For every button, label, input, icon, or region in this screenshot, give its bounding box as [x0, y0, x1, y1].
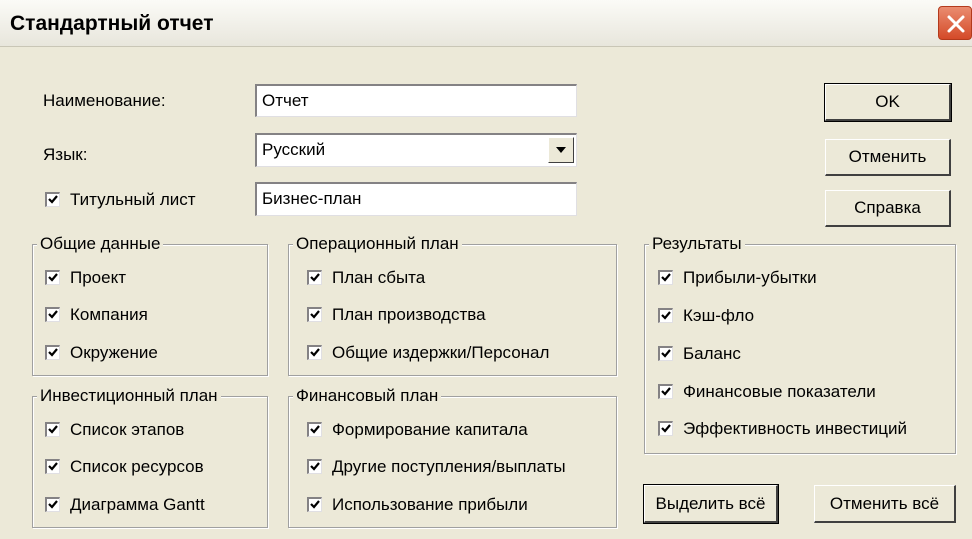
checkmark-icon: [310, 500, 320, 509]
group-investment: Инвестиционный план Список этапов Список…: [32, 386, 268, 528]
checkmark-icon: [310, 310, 320, 319]
deselect-all-button[interactable]: Отменить всё: [814, 485, 956, 523]
language-label: Язык:: [43, 145, 88, 164]
checkmark-icon: [48, 195, 58, 204]
checkbox-label: Финансовые показатели: [683, 382, 876, 401]
checkmark-icon: [310, 273, 320, 282]
checkmark-icon: [310, 348, 320, 357]
language-dropdown-button[interactable]: [548, 137, 574, 163]
checkbox-box[interactable]: [658, 421, 673, 436]
group-investment-title: Инвестиционный план: [37, 386, 221, 406]
close-icon: [947, 15, 965, 33]
checkbox-label: Кэш-фло: [683, 306, 755, 325]
checkbox-box[interactable]: [658, 308, 673, 323]
language-select[interactable]: Русский: [255, 133, 577, 167]
checkbox-box[interactable]: [45, 270, 60, 285]
checkmark-icon: [48, 500, 58, 509]
checkmark-icon: [661, 387, 671, 396]
checkbox-box[interactable]: [307, 270, 322, 285]
title-bar[interactable]: Стандартный отчет: [0, 0, 972, 47]
close-button[interactable]: [938, 6, 972, 40]
checkbox-box[interactable]: [45, 345, 60, 360]
checkbox-box[interactable]: [658, 384, 673, 399]
checkmark-icon: [661, 424, 671, 433]
checkbox-box[interactable]: [307, 497, 322, 512]
checkmark-icon: [48, 310, 58, 319]
group-financial: Финансовый план Формирование капитала Др…: [288, 386, 617, 528]
checkbox-box[interactable]: [307, 345, 322, 360]
checkbox-label: Компания: [70, 305, 148, 324]
checkbox-box[interactable]: [45, 459, 60, 474]
checkbox-box[interactable]: [45, 422, 60, 437]
checkmark-icon: [310, 462, 320, 471]
checkbox-box[interactable]: [658, 270, 673, 285]
title-page-checkbox[interactable]: Титульный лист: [45, 189, 245, 211]
title-page-label: Титульный лист: [70, 190, 196, 209]
window-title: Стандартный отчет: [10, 12, 214, 35]
checkbox-label: Другие поступления/выплаты: [332, 457, 566, 476]
checkbox-label: Общие издержки/Персонал: [332, 343, 550, 362]
checkbox-label: План производства: [332, 305, 486, 324]
checkmark-icon: [48, 348, 58, 357]
checkbox-label: Список ресурсов: [70, 457, 204, 476]
checkmark-icon: [661, 311, 671, 320]
checkbox-label: Диаграмма Gantt: [70, 495, 205, 514]
checkmark-icon: [661, 349, 671, 358]
checkmark-icon: [310, 425, 320, 434]
checkbox-label: Эффективность инвестиций: [683, 419, 907, 438]
checkbox-box[interactable]: [45, 497, 60, 512]
checkbox-box[interactable]: [658, 346, 673, 361]
checkbox-label: План сбыта: [332, 268, 426, 287]
checkmark-icon: [48, 425, 58, 434]
name-input-value: Отчет: [262, 91, 309, 110]
title-page-input-value: Бизнес-план: [262, 189, 362, 208]
checkmark-icon: [661, 273, 671, 282]
name-input[interactable]: Отчет: [255, 84, 577, 117]
language-select-value: Русский: [262, 140, 326, 159]
checkbox-label: Окружение: [70, 343, 158, 362]
name-label: Наименование:: [43, 91, 166, 110]
checkmark-icon: [48, 273, 58, 282]
group-general-title: Общие данные: [37, 234, 164, 254]
checkbox-label: Список этапов: [70, 420, 185, 439]
checkmark-icon: [48, 462, 58, 471]
select-all-button[interactable]: Выделить всё: [643, 484, 779, 524]
checkbox-label: Проект: [70, 268, 126, 287]
checkbox-label: Формирование капитала: [332, 420, 528, 439]
checkbox-label: Баланс: [683, 344, 741, 363]
help-button[interactable]: Справка: [825, 190, 951, 227]
group-operational: Операционный план План сбыта План произв…: [288, 234, 617, 376]
ok-button[interactable]: OK: [824, 83, 952, 122]
checkbox-box[interactable]: [307, 422, 322, 437]
checkbox-label: Использование прибыли: [332, 495, 528, 514]
title-page-input[interactable]: Бизнес-план: [255, 182, 577, 216]
cancel-button[interactable]: Отменить: [825, 139, 951, 176]
report-dialog: Стандартный отчет Наименование: Отчет Яз…: [0, 0, 972, 539]
group-results-title: Результаты: [649, 234, 745, 254]
group-general: Общие данные Проект Компания Окружение: [32, 234, 268, 376]
group-results: Результаты Прибыли-убытки Кэш-фло Баланс…: [644, 234, 956, 454]
group-financial-title: Финансовый план: [293, 386, 442, 406]
checkbox-box[interactable]: [45, 192, 60, 207]
checkbox-box[interactable]: [307, 307, 322, 322]
checkbox-box[interactable]: [45, 307, 60, 322]
checkbox-label: Прибыли-убытки: [683, 268, 817, 287]
group-operational-title: Операционный план: [293, 234, 462, 254]
chevron-down-icon: [556, 147, 566, 153]
checkbox-box[interactable]: [307, 459, 322, 474]
